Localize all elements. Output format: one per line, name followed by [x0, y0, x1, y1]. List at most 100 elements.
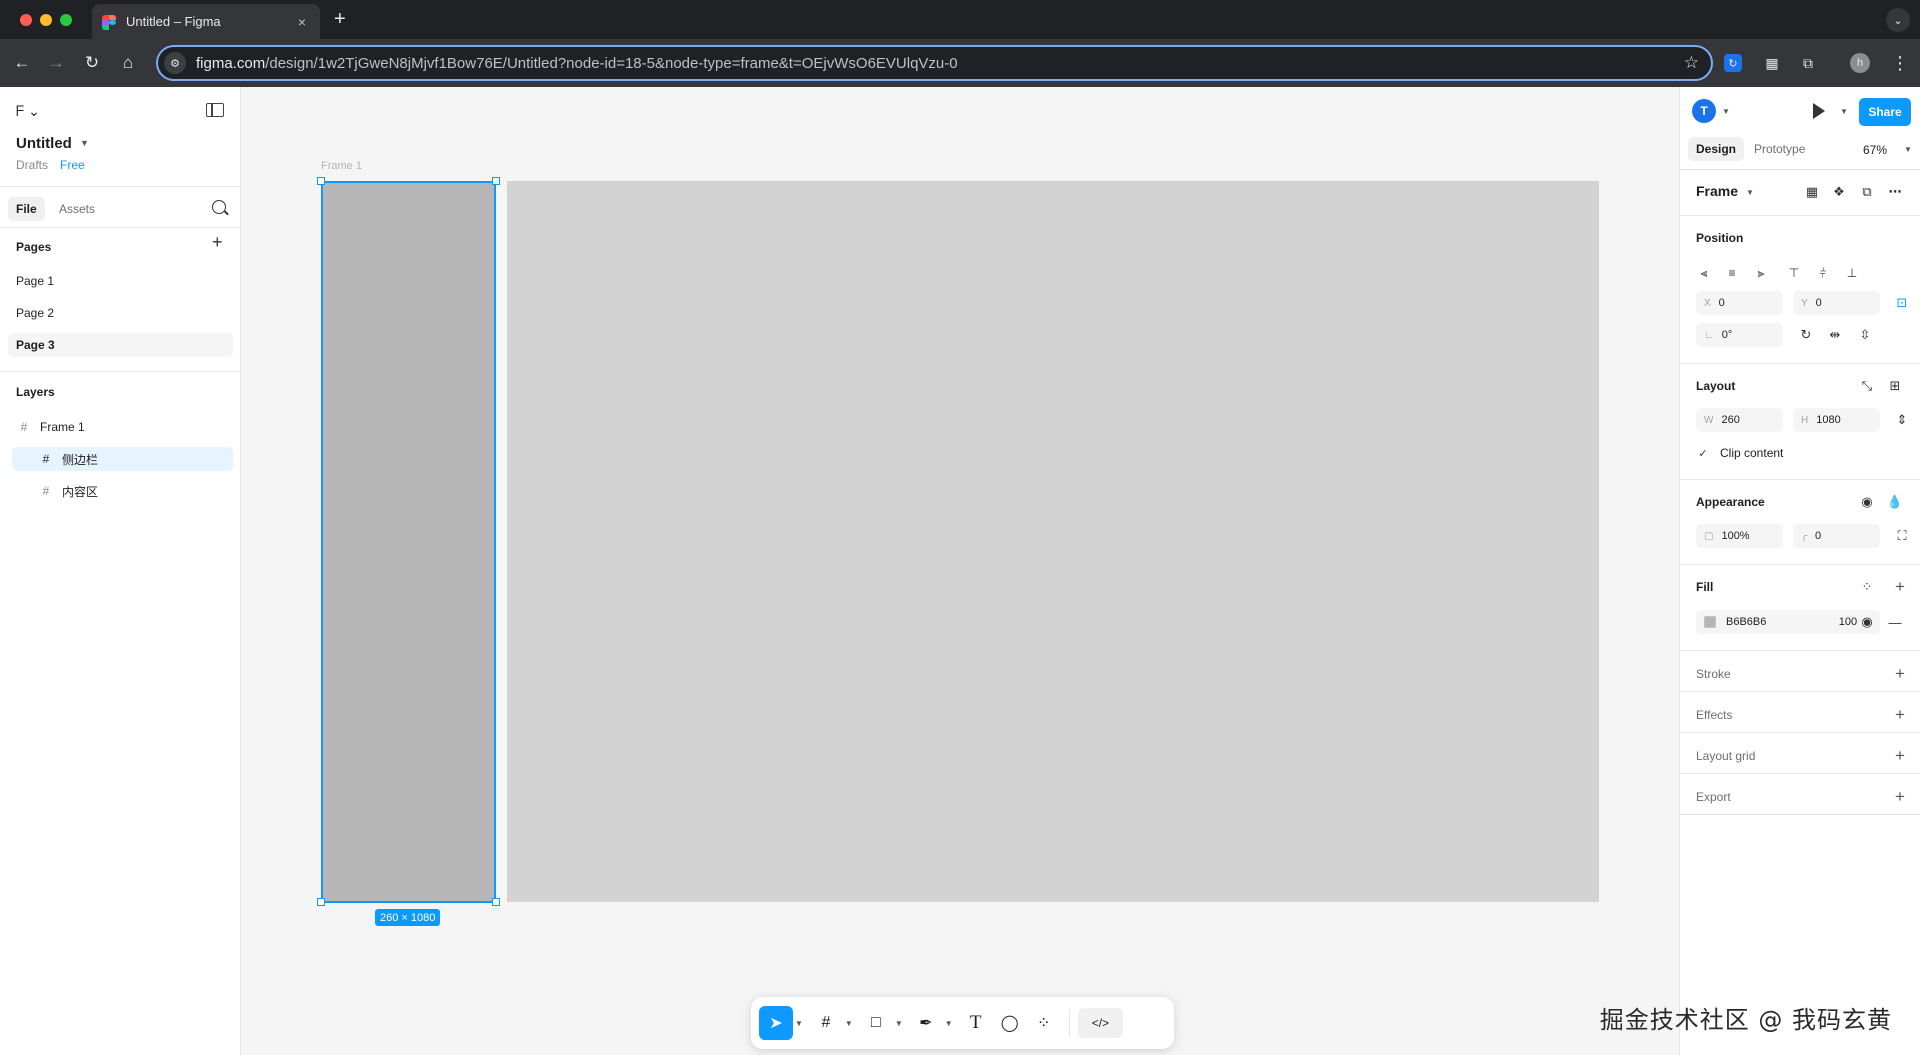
blend-mode-drop-icon[interactable]: 💧 — [1886, 493, 1904, 511]
more-options-icon[interactable]: ⋯ — [1886, 183, 1904, 201]
file-location[interactable]: Drafts — [16, 158, 48, 172]
toggle-sidebar-icon[interactable] — [206, 103, 224, 117]
align-left-icon[interactable]: ⫷ — [1692, 261, 1716, 285]
resize-to-fit-icon[interactable]: ⤡ — [1858, 377, 1876, 395]
profile-avatar[interactable]: h — [1850, 53, 1870, 73]
extensions-puzzle-icon[interactable]: ⧉ — [1796, 51, 1820, 75]
tab-file[interactable]: File — [8, 197, 45, 221]
boolean-mask-icon[interactable]: ⧉ — [1858, 183, 1876, 201]
content-area-frame[interactable] — [507, 181, 1599, 902]
resize-handle-bottom-left[interactable] — [317, 898, 325, 906]
component-icon[interactable]: ❖ — [1830, 183, 1848, 201]
chevron-down-icon[interactable]: ▼ — [1840, 107, 1848, 116]
new-tab-button[interactable]: + — [334, 8, 346, 30]
layer-item[interactable]: # 内容区 — [12, 479, 233, 503]
clip-content-checkbox[interactable]: ✓ — [1696, 446, 1710, 460]
tab-prototype[interactable]: Prototype — [1746, 137, 1813, 161]
rectangle-tool-icon[interactable]: □ — [859, 1006, 893, 1040]
visibility-eye-icon[interactable]: ◉ — [1858, 493, 1876, 511]
corner-radius-field[interactable]: ╭ 0 — [1793, 524, 1880, 548]
canvas[interactable]: Frame 1 260 × 1080 ➤ ▼ # ▼ □ ▼ ✒ ▼ T ◯ ⁘… — [241, 87, 1687, 1055]
chevron-down-icon[interactable]: ▼ — [795, 1019, 803, 1028]
extension-qr-icon[interactable]: ▦ — [1760, 51, 1784, 75]
export-title[interactable]: Export — [1696, 790, 1731, 804]
dev-mode-toggle-icon[interactable]: </> — [1077, 1008, 1124, 1038]
forward-arrow-icon[interactable]: → — [44, 51, 68, 75]
move-tool-icon[interactable]: ➤ — [759, 1006, 793, 1040]
opacity-field[interactable]: ▢ 100% — [1696, 524, 1783, 548]
rotation-field[interactable]: ∟ 0° — [1696, 323, 1783, 347]
add-layout-grid-icon[interactable]: + — [1895, 747, 1905, 764]
resize-handle-top-right[interactable] — [492, 177, 500, 185]
flip-horizontal-icon[interactable]: ⇹ — [1826, 326, 1844, 344]
figma-menu-icon[interactable]: ᖴ ⌄ — [16, 103, 40, 120]
bookmark-star-icon[interactable]: ☆ — [1684, 53, 1699, 73]
style-library-icon[interactable]: ⁘ — [1858, 578, 1876, 596]
effects-title[interactable]: Effects — [1696, 708, 1732, 722]
add-export-icon[interactable]: + — [1895, 788, 1905, 805]
browser-menu-icon[interactable]: ⋮ — [1888, 51, 1912, 75]
user-avatar[interactable]: T — [1692, 99, 1716, 123]
present-play-icon[interactable] — [1813, 103, 1825, 119]
auto-layout-grid-icon[interactable]: ▦ — [1803, 183, 1821, 201]
align-right-icon[interactable]: ⫸ — [1749, 261, 1773, 285]
x-position-field[interactable]: X 0 — [1696, 291, 1783, 315]
home-icon[interactable]: ⌂ — [116, 51, 140, 75]
file-menu-chevron-icon[interactable]: ▼ — [80, 138, 89, 148]
tab-design[interactable]: Design — [1688, 137, 1745, 161]
reload-icon[interactable]: ↻ — [80, 51, 104, 75]
layer-item[interactable]: # Frame 1 — [12, 415, 233, 439]
stroke-title[interactable]: Stroke — [1696, 667, 1731, 681]
search-icon[interactable] — [212, 200, 226, 214]
independent-corners-icon[interactable]: ⛶ — [1893, 527, 1911, 545]
layout-grid-title[interactable]: Layout grid — [1696, 749, 1755, 763]
pen-tool-icon[interactable]: ✒ — [909, 1006, 943, 1040]
add-page-icon[interactable]: + — [212, 233, 223, 251]
fill-visibility-eye-icon[interactable]: ◉ — [1858, 613, 1876, 631]
close-window-button[interactable] — [20, 14, 32, 26]
maximize-window-button[interactable] — [60, 14, 72, 26]
align-vertical-center-icon[interactable]: ⫩ — [1811, 261, 1835, 285]
fill-color-swatch[interactable] — [1704, 616, 1716, 628]
flip-vertical-icon[interactable]: ⇳ — [1856, 326, 1874, 344]
add-fill-icon[interactable]: + — [1895, 578, 1905, 595]
remove-fill-icon[interactable]: — — [1886, 613, 1904, 631]
extension-translate-icon[interactable]: ↻ — [1724, 54, 1742, 72]
chevron-down-icon[interactable]: ▼ — [1722, 107, 1730, 116]
add-stroke-icon[interactable]: + — [1895, 665, 1905, 682]
minimize-window-button[interactable] — [40, 14, 52, 26]
page-item[interactable]: Page 2 — [8, 301, 233, 325]
tab-close-icon[interactable]: × — [294, 14, 310, 30]
text-tool-icon[interactable]: T — [959, 1006, 993, 1040]
tab-assets[interactable]: Assets — [51, 197, 103, 221]
align-top-icon[interactable]: ⊤ — [1782, 261, 1806, 285]
resize-handle-bottom-right[interactable] — [492, 898, 500, 906]
file-title[interactable]: Untitled — [16, 135, 72, 152]
align-horizontal-center-icon[interactable]: ≡ — [1720, 261, 1744, 285]
chevron-down-icon[interactable]: ▼ — [895, 1019, 903, 1028]
tab-search-chevron-icon[interactable]: ⌄ — [1886, 8, 1910, 32]
chevron-down-icon[interactable]: ▼ — [1904, 145, 1912, 154]
site-info-icon[interactable]: ⚙ — [164, 52, 186, 74]
actions-tool-icon[interactable]: ⁘ — [1027, 1006, 1061, 1040]
share-button[interactable]: Share — [1859, 98, 1911, 126]
layer-item-selected[interactable]: # 侧边栏 — [12, 447, 233, 471]
add-auto-layout-icon[interactable]: ⊞ — [1886, 377, 1904, 395]
comment-tool-icon[interactable]: ◯ — [993, 1006, 1027, 1040]
height-field[interactable]: H 1080 — [1793, 408, 1880, 432]
align-bottom-icon[interactable]: ⊥ — [1840, 261, 1864, 285]
frame-label[interactable]: Frame 1 — [321, 160, 362, 172]
add-effect-icon[interactable]: + — [1895, 706, 1905, 723]
page-item[interactable]: Page 1 — [8, 269, 233, 293]
constraints-icon[interactable]: ⊡ — [1893, 294, 1911, 312]
plan-badge[interactable]: Free — [60, 158, 85, 172]
resize-handle-top-left[interactable] — [317, 177, 325, 185]
browser-tab[interactable]: Untitled – Figma × — [92, 4, 320, 39]
page-item-active[interactable]: Page 3 — [8, 333, 233, 357]
rotate-icon[interactable]: ↻ — [1797, 326, 1815, 344]
chevron-down-icon[interactable]: ▼ — [845, 1019, 853, 1028]
fill-color-field[interactable]: B6B6B6 100 % — [1696, 610, 1880, 634]
frame-tool-icon[interactable]: # — [809, 1006, 843, 1040]
address-bar[interactable]: ⚙ figma.com/design/1w2TjGweN8jMjvf1Bow76… — [156, 45, 1713, 81]
sidebar-frame-selected[interactable] — [321, 181, 496, 903]
